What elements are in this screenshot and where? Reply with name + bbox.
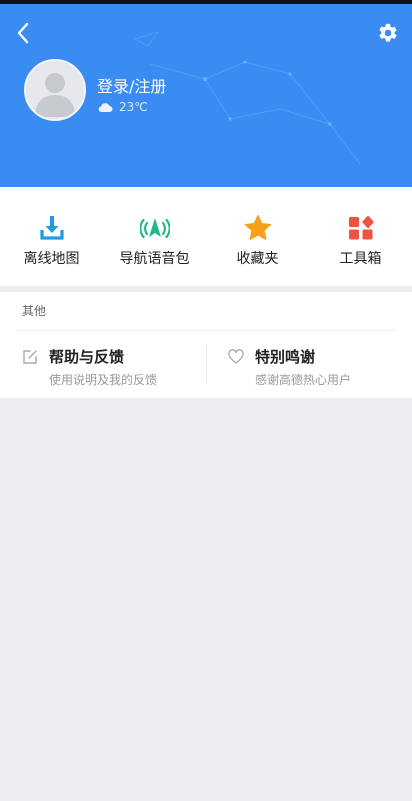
cloud-icon bbox=[98, 103, 113, 112]
help-feedback-item[interactable]: 帮助与反馈 使用说明及我的反馈 bbox=[22, 341, 202, 391]
weather-info: 23℃ bbox=[97, 99, 148, 115]
special-thanks-subtitle: 感谢高德热心用户 bbox=[255, 373, 352, 387]
profile-header: 登录/注册 23℃ bbox=[0, 4, 412, 187]
special-thanks-item[interactable]: 特别鸣谢 感谢高德热心用户 bbox=[228, 341, 398, 391]
quick-action-voice-pack[interactable]: 导航语音包 bbox=[103, 187, 206, 286]
help-feedback-subtitle: 使用说明及我的反馈 bbox=[49, 373, 158, 387]
login-register-link[interactable]: 登录/注册 bbox=[97, 77, 166, 97]
chevron-left-icon bbox=[17, 22, 29, 44]
quick-action-favorites[interactable]: 收藏夹 bbox=[206, 187, 309, 286]
quick-actions: 离线地图 导航语音包 收藏夹 工具箱 bbox=[0, 187, 412, 286]
back-button[interactable] bbox=[10, 18, 36, 48]
voice-pack-icon bbox=[139, 218, 170, 239]
quick-action-label: 导航语音包 bbox=[119, 251, 190, 267]
temperature-text: 23℃ bbox=[119, 100, 148, 114]
quick-action-label: 工具箱 bbox=[339, 251, 382, 267]
offline-map-download-icon bbox=[39, 216, 64, 240]
section-title: 其他 bbox=[22, 304, 47, 318]
gear-icon bbox=[379, 23, 397, 42]
quick-action-offline-map[interactable]: 离线地图 bbox=[0, 187, 103, 286]
divider bbox=[16, 330, 396, 331]
quick-action-label: 收藏夹 bbox=[236, 251, 279, 267]
quick-action-toolbox[interactable]: 工具箱 bbox=[309, 187, 412, 286]
toolbox-icon bbox=[348, 215, 374, 240]
vertical-divider bbox=[206, 346, 207, 384]
other-section: 其他 帮助与反馈 使用说明及我的反馈 特别鸣谢 感谢高德热心用户 bbox=[0, 292, 412, 398]
user-avatar-icon bbox=[35, 73, 75, 117]
heart-icon bbox=[228, 349, 244, 364]
edit-icon bbox=[23, 350, 37, 364]
star-icon bbox=[244, 214, 271, 240]
special-thanks-title: 特别鸣谢 bbox=[255, 348, 316, 366]
avatar[interactable] bbox=[24, 59, 86, 121]
help-feedback-title: 帮助与反馈 bbox=[49, 348, 125, 366]
quick-action-label: 离线地图 bbox=[23, 251, 80, 267]
settings-button[interactable] bbox=[374, 18, 402, 48]
